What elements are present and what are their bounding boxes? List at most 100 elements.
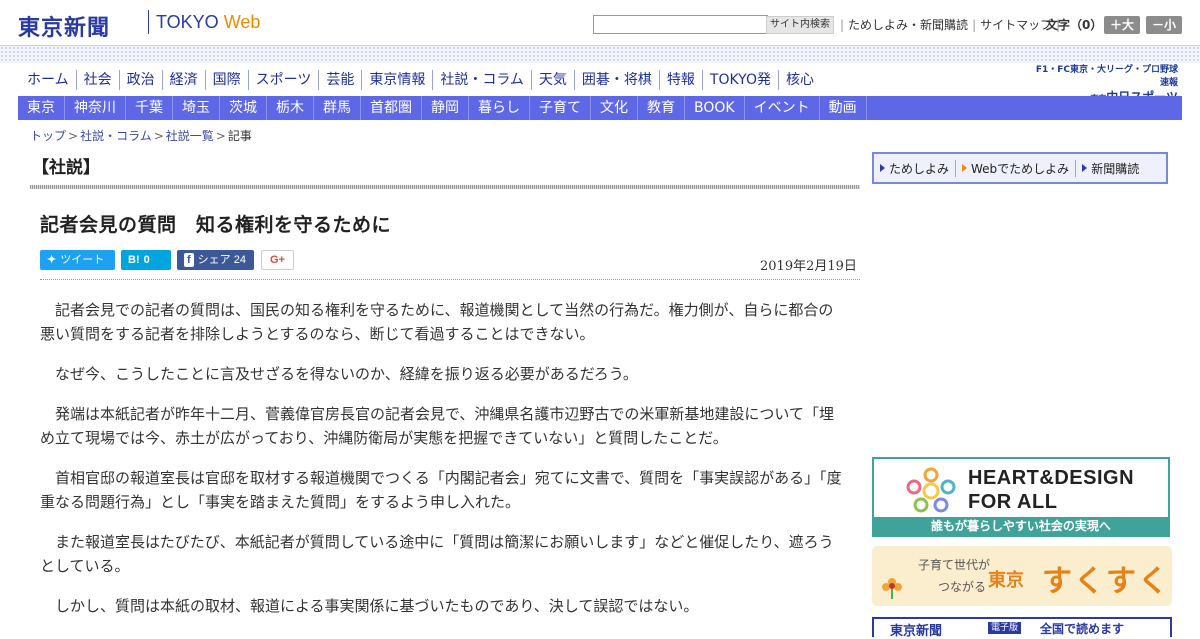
nav2-education[interactable]: 教育 [638,96,685,120]
facebook-share-label: シェア [197,254,231,266]
nav-special-report[interactable]: 特報 [658,70,702,90]
article-paragraph: 発端は本紙記者が昨年十二月、菅義偉官房長官の記者会見で、沖縄県名護市辺野古での米… [40,405,834,447]
facebook-icon: f [184,253,194,267]
article-divider [40,279,860,280]
trial-read-label: ためしよみ [889,161,950,176]
nav2-book[interactable]: BOOK [685,96,745,120]
sitemap-link[interactable]: サイトマップ [980,18,1052,32]
nav2-parenting[interactable]: 子育て [530,96,591,120]
nav2-gunma[interactable]: 群馬 [314,96,361,120]
nav2-shizuoka[interactable]: 静岡 [422,96,469,120]
nav2-event[interactable]: イベント [745,96,820,120]
nav2-living[interactable]: 暮らし [469,96,530,120]
nav2-saitama[interactable]: 埼玉 [173,96,220,120]
article-paragraph: 記者会見での記者の質問は、国民の知る権利を守るために、報道機関として当然の行為だ… [40,301,834,343]
arrow-right-icon [880,164,885,172]
nav-tokyo-hatsu[interactable]: TOKYO発 [701,70,778,90]
web-trial-read-link[interactable]: Webでためしよみ [955,159,1075,177]
nav-politics[interactable]: 政治 [118,70,162,90]
trial-read-link[interactable]: ためしよみ [874,160,955,177]
twitter-bird-icon: ✦ [47,254,57,266]
logo-divider [148,10,149,34]
logo-web-text: Web [223,12,261,32]
nav-sports[interactable]: スポーツ [247,70,319,90]
facebook-share-button[interactable]: f シェア 24 [177,250,254,270]
site-search-input[interactable] [593,15,768,34]
subscription-links-box: ためしよみ Webでためしよみ 新聞購読 [872,152,1168,184]
sukusuku-tagline-1: 子育て世代が [918,558,991,572]
digital-edition-text: 全国で読めます [1040,622,1125,636]
article-date: 2019年2月19日 [760,259,857,274]
nav-home[interactable]: ホーム [20,70,76,90]
article-paragraph: また報道室長はたびたび、本紙記者が質問している途中に「質問は簡潔にお願いします」… [40,533,834,575]
nav-entertainment[interactable]: 芸能 [318,70,361,90]
nav-weather[interactable]: 天気 [530,70,574,90]
tokyo-shimbun-logo[interactable]: 東京新聞 [18,10,110,42]
nav-economy[interactable]: 経済 [161,70,205,90]
site-header: 東京新聞 TOKYO Web サイト内検索 | ためしよみ・新聞購読 | サイトマップ… [0,0,1200,46]
article-paragraph: しかし、質問は本紙の取材、報道による事実関係に基づいたものであり、決して誤認では… [55,597,699,615]
article-paragraph: なぜ今、こうしたことに言及せざるを得ないのか、経緯を振り返る必要があるだろう。 [55,365,638,383]
nav2-tokyo[interactable]: 東京 [18,96,65,120]
nav-go-shogi[interactable]: 囲碁・将棋 [573,70,659,90]
utility-links: | ためしよみ・新聞購読 | サイトマップ | [836,16,1064,33]
tokyo-sukusuku-banner[interactable]: 子育て世代が つながる 東京 すくすく [872,546,1172,606]
breadcrumb-separator: > [68,129,79,143]
newspaper-subscribe-label: 新聞購読 [1091,161,1140,176]
arrow-right-icon [962,164,968,172]
article-body: 記者会見での記者の質問は、国民の知る権利を守るために、報道機関として当然の行為だ… [40,298,846,634]
heart-design-subtitle: FOR ALL [968,491,1058,513]
google-plus-button[interactable]: G+ [261,250,294,270]
arrow-right-icon [1082,164,1088,172]
chunichi-tagline: F1・FC東京・大リーグ・プロ野球速報 [1035,65,1178,88]
breadcrumb: トップ > 社説・コラム > 社説一覧 > 記事 [30,127,252,144]
nav-tokyo-info[interactable]: 東京情報 [361,70,432,90]
breadcrumb-current: 記事 [227,129,252,143]
heart-design-caption: 誰もが暮らしやすい社会の実現へ [874,517,1168,535]
heart-design-title: HEART&DESIGN [968,467,1135,489]
nav-society[interactable]: 社会 [75,70,119,90]
breadcrumb-separator: > [153,129,164,143]
font-smaller-button[interactable]: －小 [1146,16,1182,34]
nav2-tochigi[interactable]: 栃木 [267,96,314,120]
util-separator: | [840,18,845,32]
hatena-bookmark-button[interactable]: B! 0 [121,250,171,270]
nav-international[interactable]: 国際 [204,70,248,90]
newspaper-subscribe-link[interactable]: 新聞購読 [1075,159,1145,177]
nav2-video[interactable]: 動画 [820,96,867,120]
primary-nav: ホーム 社会 政治 経済 国際 スポーツ 芸能 東京情報 社説・コラム 天気 囲… [20,70,821,90]
tweet-button[interactable]: ✦ ツイート [40,250,115,270]
hatena-count: 0 [143,254,150,266]
nav2-chiba[interactable]: 千葉 [126,96,173,120]
font-size-label: 文字（0） [1046,18,1103,32]
section-divider [30,185,860,189]
tokyo-web-logo[interactable]: TOKYO Web [156,12,260,33]
section-label: 【社説】 [32,158,100,178]
font-larger-button[interactable]: ＋大 [1104,16,1140,34]
sukusuku-tokyo: 東京 [988,570,1024,591]
tweet-label: ツイート [60,254,105,266]
digital-edition-banner[interactable]: 東京新聞 電子版 全国で読めます [872,617,1172,639]
nav2-ibaraki[interactable]: 茨城 [220,96,267,120]
article-headline: 記者会見の質問 知る権利を守るために [40,214,392,236]
breadcrumb-editorial-list[interactable]: 社説一覧 [166,129,214,143]
flower-icon [882,578,902,599]
subscribe-trial-link[interactable]: ためしよみ・新聞購読 [848,18,968,32]
hatena-icon: B! [128,254,140,266]
nav2-shutoken[interactable]: 首都圏 [361,96,422,120]
breadcrumb-top[interactable]: トップ [30,129,66,143]
heart-design-banner[interactable]: HEART&DESIGN FOR ALL 誰もが暮らしやすい社会の実現へ [872,457,1170,537]
web-trial-read-label: Webでためしよみ [971,161,1070,176]
util-separator: | [972,18,977,32]
nav2-kanagawa[interactable]: 神奈川 [65,96,126,120]
nav-kakushin[interactable]: 核心 [777,70,821,90]
digital-edition-badge: 電子版 [988,622,1022,634]
nav2-culture[interactable]: 文化 [591,96,638,120]
facebook-share-count: 24 [233,254,246,266]
secondary-nav: 東京 神奈川 千葉 埼玉 茨城 栃木 群馬 首都圏 静岡 暮らし 子育て 文化 … [18,96,1182,120]
site-search-button[interactable]: サイト内検索 [766,16,834,34]
breadcrumb-separator: > [215,129,226,143]
breadcrumb-editorial-column[interactable]: 社説・コラム [80,129,152,143]
nav-editorial-column[interactable]: 社説・コラム [432,70,531,90]
header-divider-band [0,45,1200,63]
